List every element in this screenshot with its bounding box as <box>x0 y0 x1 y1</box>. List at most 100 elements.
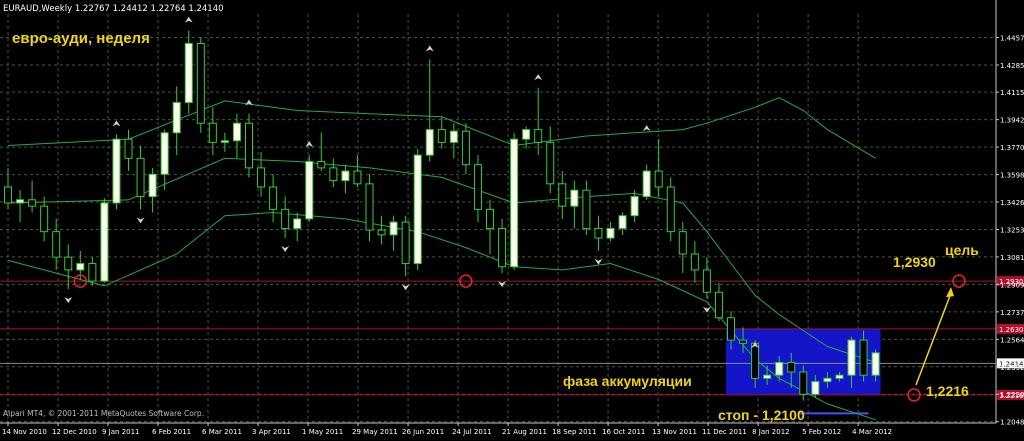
candle-bull <box>630 196 639 217</box>
candle-bull <box>16 199 25 204</box>
annotation-accumulation: фаза аккумуляции <box>563 373 692 389</box>
y-tick-label: 1.25645 <box>1000 336 1024 344</box>
y-tick-label: 1.42850 <box>1000 62 1024 70</box>
y-tick-label: 1.20485 <box>1000 419 1024 427</box>
candle-bull <box>232 122 241 142</box>
candle-bull <box>606 227 615 239</box>
candle-bull <box>172 101 181 134</box>
x-tick-label: 18 Sep 2011 <box>552 428 596 436</box>
candle-bear <box>498 227 507 268</box>
y-tick-label: 1.35980 <box>1000 172 1024 180</box>
candle-bear <box>88 263 97 282</box>
candle-bull <box>811 381 820 395</box>
candle-bear <box>353 170 362 185</box>
x-tick-label: 6 Feb 2011 <box>152 428 191 436</box>
level-price-label: 1.26300 <box>999 326 1024 334</box>
x-tick-label: 4 Mar 2012 <box>852 428 892 436</box>
candle-bear <box>124 138 133 159</box>
candle-bear <box>269 186 278 210</box>
candle-bear <box>257 167 266 188</box>
candle-bear <box>787 361 796 373</box>
y-tick-label: 1.22205 <box>1000 391 1024 399</box>
candle-bull <box>570 189 579 207</box>
y-tick-label: 1.23925 <box>1000 364 1024 372</box>
candle-bear <box>245 122 253 169</box>
x-tick-label: 8 Jan 2012 <box>752 428 790 436</box>
x-tick-label: 3 Apr 2011 <box>252 428 291 436</box>
candle-bull <box>510 138 519 268</box>
candle-bull <box>847 339 856 376</box>
y-tick-label: 1.30815 <box>1000 254 1024 262</box>
candle-bear <box>558 183 567 207</box>
candle-bear <box>690 253 699 271</box>
candle-bull <box>823 377 832 383</box>
candle-bear <box>208 122 217 143</box>
candle-bear <box>317 160 326 169</box>
candle-bull <box>100 202 109 282</box>
y-tick-label: 1.27370 <box>1000 309 1024 317</box>
candle-bear <box>751 342 760 379</box>
candle-bear <box>196 42 205 124</box>
candle-bear <box>582 189 591 229</box>
x-tick-label: 13 Nov 2011 <box>652 428 697 436</box>
y-tick-label: 1.37705 <box>1000 144 1024 152</box>
candle-bear <box>40 205 49 233</box>
x-tick-label: 5 Feb 2012 <box>802 428 841 436</box>
candle-bear <box>714 291 723 319</box>
candle-bear <box>702 269 711 293</box>
candle-bull <box>76 263 85 271</box>
candle-bear <box>739 339 748 344</box>
x-tick-label: 24 Jul 2011 <box>452 428 492 436</box>
annotation-target-label: цель <box>945 242 979 258</box>
x-tick-label: 11 Dec 2011 <box>702 428 747 436</box>
y-tick-label: 1.41150 <box>1000 89 1024 97</box>
candle-bull <box>763 374 772 379</box>
y-tick-label: 1.32535 <box>1000 227 1024 235</box>
candle-bull <box>871 352 880 376</box>
candle-bear <box>727 317 735 341</box>
x-tick-label: 21 Aug 2011 <box>502 428 547 436</box>
candle-bear <box>799 371 808 395</box>
annotation-stop: стоп - 1,2100 <box>718 407 805 423</box>
candle-bear <box>52 231 61 258</box>
price-chart[interactable]: 1.293001.263001.221601.24140 1.445751.42… <box>0 0 1024 437</box>
candle-bull <box>184 42 193 103</box>
candle-bull <box>389 221 398 236</box>
candle-bull <box>220 140 229 143</box>
candle-bear <box>437 129 446 143</box>
candle-bear <box>666 186 675 233</box>
candle-bear <box>136 157 145 198</box>
candle-bull <box>305 160 314 220</box>
candle-bull <box>341 170 350 182</box>
candle-bear <box>365 183 374 231</box>
x-tick-label: 16 Oct 2011 <box>602 428 645 436</box>
y-tick-label: 1.34260 <box>1000 199 1024 207</box>
candle-bear <box>377 229 386 236</box>
candle-bear <box>534 129 543 143</box>
candle-bull <box>449 130 458 143</box>
candle-bull <box>293 218 302 229</box>
annotation-support-value: 1,2216 <box>926 383 969 399</box>
candle-bear <box>473 164 482 210</box>
annotation-title: евро-ауди, неделя <box>12 30 150 47</box>
candle-bear <box>594 227 603 239</box>
x-tick-label: 26 Jun 2011 <box>402 428 444 436</box>
candle-bear <box>486 208 494 229</box>
candle-bear <box>654 170 663 188</box>
candle-bull <box>522 129 531 140</box>
chart-header: EURAUD,Weekly 1.22767 1.24412 1.22764 1.… <box>3 4 224 14</box>
y-tick-label: 1.44575 <box>1000 35 1024 43</box>
candle-bull <box>148 173 157 198</box>
candle-bear <box>281 208 290 229</box>
candle-bear <box>859 339 868 376</box>
x-tick-label: 9 Jan 2011 <box>102 428 140 436</box>
candle-bull <box>413 154 422 265</box>
candle-bull <box>642 170 651 198</box>
candle-bear <box>546 141 555 185</box>
chart-window: 1.293001.263001.221601.24140 1.445751.42… <box>0 0 1024 437</box>
x-tick-label: 12 Dec 2010 <box>52 428 97 436</box>
x-tick-label: 29 May 2011 <box>352 428 398 436</box>
candle-bull <box>425 129 434 156</box>
x-tick-label: 14 Nov 2010 <box>2 428 47 436</box>
y-tick-label: 1.29090 <box>1000 281 1024 289</box>
